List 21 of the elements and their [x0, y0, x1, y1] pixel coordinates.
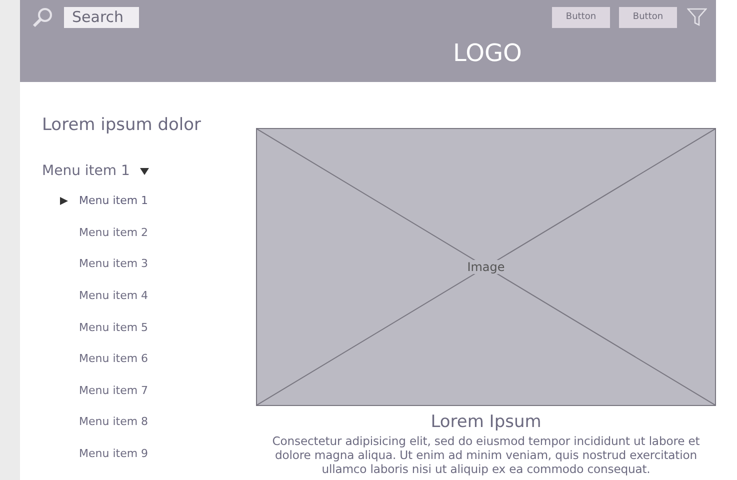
caret-down-icon[interactable] — [140, 166, 149, 176]
menu-item[interactable]: Menu item 1 — [42, 163, 130, 179]
menu-item[interactable]: Menu item 1 — [79, 194, 148, 208]
menu-item[interactable]: Menu item 4 — [79, 289, 148, 302]
filter-icon[interactable] — [687, 7, 707, 27]
menu-item[interactable]: Menu item 3 — [79, 257, 148, 270]
content-title: Lorem Ipsum — [430, 412, 542, 432]
image-label: Image — [465, 260, 507, 274]
search-icon[interactable] — [32, 6, 54, 28]
header-button[interactable]: Button — [619, 6, 677, 28]
menu-item[interactable]: Menu item 8 — [79, 415, 148, 428]
logo: LOGO — [453, 38, 522, 68]
sidebar-title: Lorem ipsum dolor — [42, 115, 202, 135]
content-text: Consectetur adipisicing elit, sed do eiusmod tempor incididunt ut labore et dolore magna aliqua. Ut enim ad minim veniam, quis nostrud exercitation ullamco laboris nisi ut aliquip ex ea commodo consequat. — [271, 434, 701, 476]
menu-item[interactable]: Menu item 2 — [79, 226, 148, 239]
menu-item[interactable]: Menu item 9 — [79, 447, 148, 460]
menu-item[interactable]: Menu item 5 — [79, 320, 148, 334]
search-field[interactable]: Search — [64, 6, 139, 28]
header-button[interactable]: Button — [552, 6, 610, 28]
menu-item[interactable]: Menu item 7 — [79, 384, 148, 397]
menu-item[interactable]: Menu item 6 — [79, 352, 148, 366]
